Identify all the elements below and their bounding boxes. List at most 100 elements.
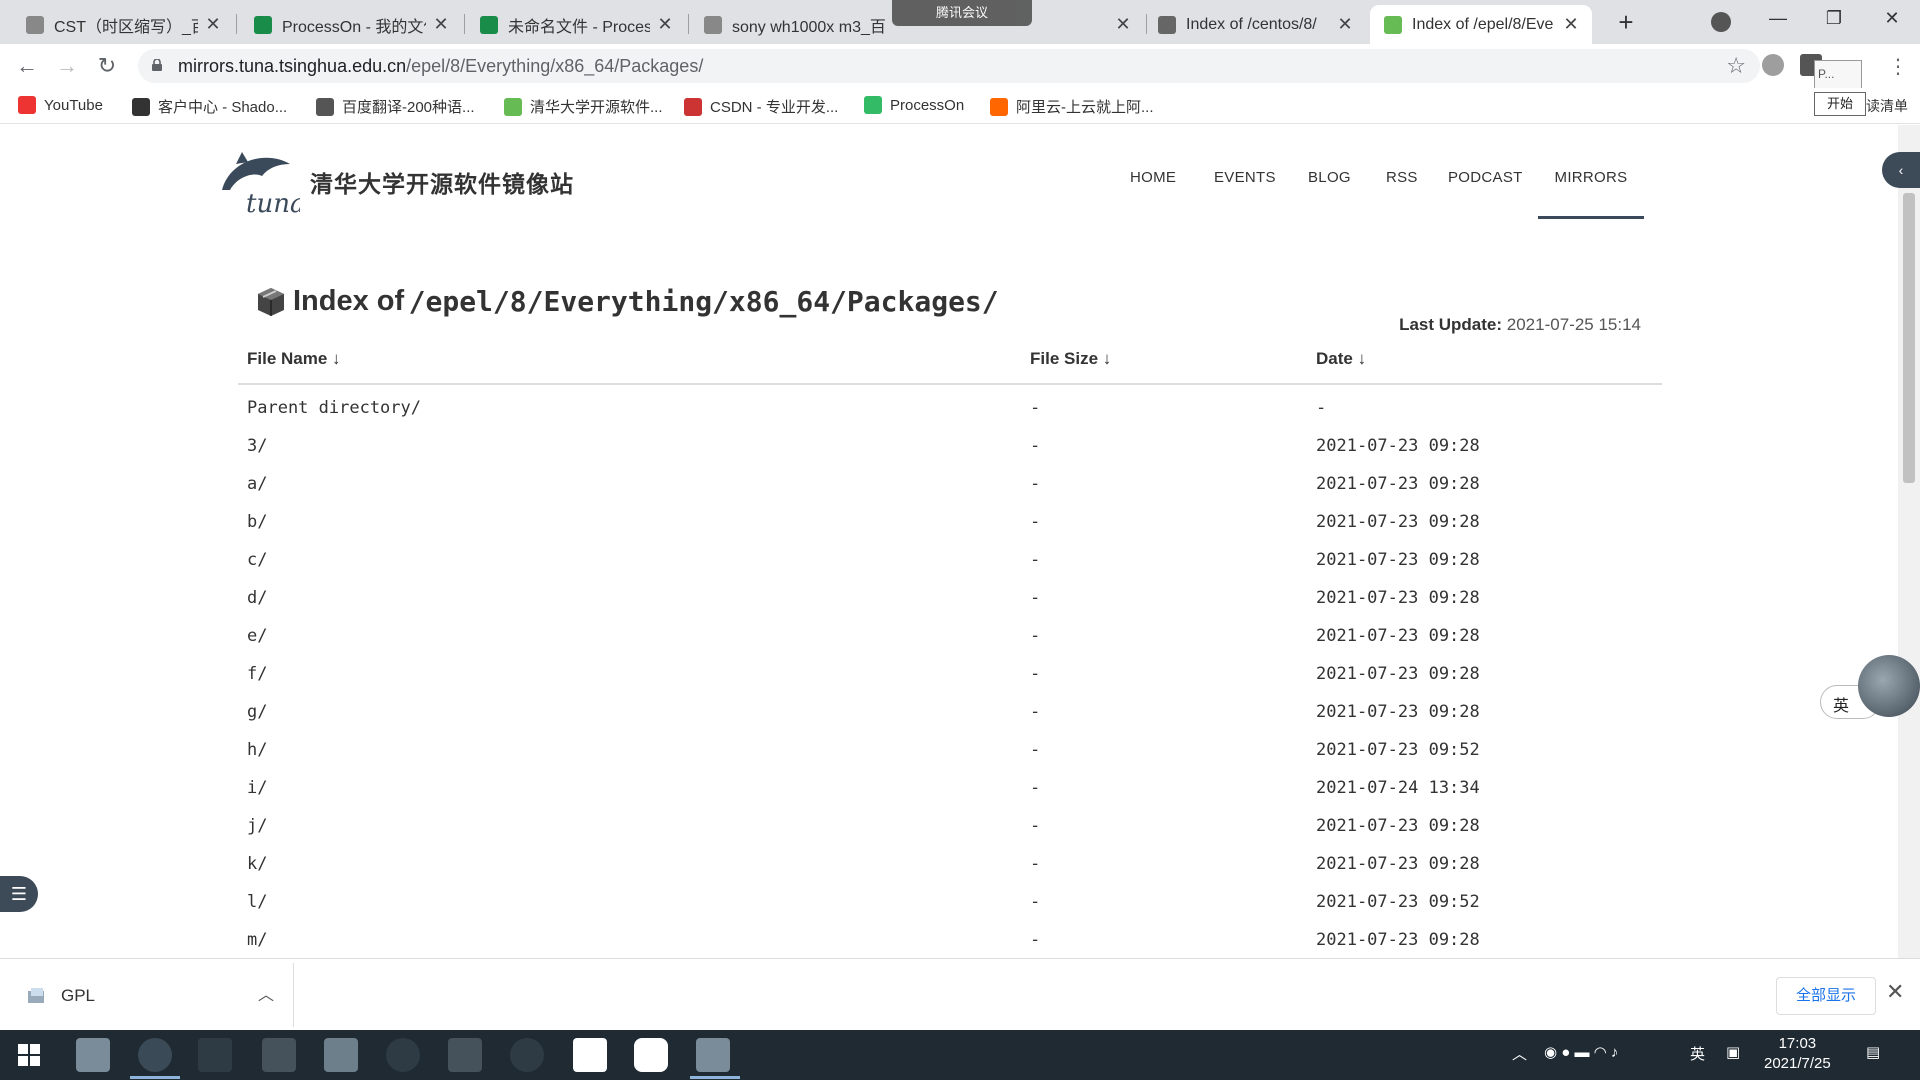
ime-indicator[interactable]: 英 (1690, 1043, 1705, 1064)
side-panel-toggle-icon[interactable]: ‹ (1882, 152, 1920, 188)
new-tab-button[interactable]: + (1612, 8, 1640, 36)
file-name-link[interactable]: c/ (247, 550, 267, 570)
netease-music-icon[interactable] (386, 1038, 420, 1072)
file-name-link[interactable]: 3/ (247, 436, 267, 456)
file-name-link[interactable]: Parent directory/ (247, 398, 421, 418)
bookmark-star-icon[interactable]: ☆ (1726, 53, 1746, 79)
bookmark-item[interactable]: ProcessOn (864, 96, 964, 114)
file-name-link[interactable]: e/ (247, 626, 267, 646)
extension-tooltip: P... (1814, 60, 1862, 90)
bookmark-favicon-icon (18, 96, 36, 114)
wechat-icon[interactable] (198, 1038, 232, 1072)
nav-blog[interactable]: BLOG (1308, 169, 1351, 186)
tray-chevron-icon[interactable]: ︿ (1512, 1043, 1527, 1064)
page-title: Index of /epel/8/Everything/x86_64/Packa… (255, 285, 999, 318)
close-tab-icon[interactable]: ✕ (1562, 14, 1580, 35)
tray-icons[interactable]: ◉ ● ▬ ◠ ♪ (1544, 1043, 1618, 1061)
reload-button[interactable]: ↻ (93, 52, 121, 80)
tuna-logo[interactable]: tuna (216, 150, 300, 216)
file-name-link[interactable]: d/ (247, 588, 267, 608)
col-header-name[interactable]: File Name ↓ (247, 349, 341, 369)
menu-kebab-icon[interactable]: ⋮ (1888, 54, 1908, 79)
file-date: 2021-07-23 09:52 (1316, 892, 1480, 912)
taskbar-app-icon[interactable] (76, 1038, 110, 1072)
vm-icon[interactable] (262, 1038, 296, 1072)
file-date: 2021-07-23 09:28 (1316, 816, 1480, 836)
extension-icon[interactable] (1762, 54, 1784, 76)
close-icon[interactable]: ✕ (1886, 979, 1904, 1005)
chrome-icon[interactable] (138, 1038, 172, 1072)
close-tab-icon[interactable]: ✕ (432, 14, 450, 35)
file-name-link[interactable]: k/ (247, 854, 267, 874)
scrollbar-thumb[interactable] (1903, 193, 1915, 483)
back-button[interactable]: ← (13, 52, 41, 80)
forward-button[interactable]: → (53, 52, 81, 80)
close-tab-icon[interactable]: ✕ (204, 14, 222, 35)
file-name-link[interactable]: a/ (247, 474, 267, 494)
file-name-link[interactable]: h/ (247, 740, 267, 760)
browser-tab[interactable]: Index of /centos/8/ ✕ (1144, 5, 1366, 44)
close-tab-icon[interactable]: ✕ (1336, 14, 1354, 35)
mail-icon[interactable] (448, 1038, 482, 1072)
nav-podcast[interactable]: PODCAST (1448, 169, 1523, 186)
floating-avatar[interactable] (1858, 655, 1920, 717)
capture-app-icon[interactable] (696, 1038, 730, 1072)
file-name-link[interactable]: i/ (247, 778, 267, 798)
clock[interactable]: 17:03 2021/7/25 (1764, 1034, 1831, 1074)
bookmark-item[interactable]: 阿里云-上云就上阿... (990, 96, 1154, 117)
col-header-date[interactable]: Date ↓ (1316, 349, 1366, 369)
file-name-link[interactable]: b/ (247, 512, 267, 532)
bookmark-item[interactable]: 清华大学开源软件... (504, 96, 663, 117)
meeting-icon[interactable] (634, 1038, 668, 1072)
table-row: i/ - 2021-07-24 13:34 (238, 770, 1662, 808)
notification-icon[interactable]: ▤ (1866, 1043, 1880, 1061)
file-name-link[interactable]: l/ (247, 892, 267, 912)
table-row: e/ - 2021-07-23 09:28 (238, 618, 1662, 656)
table-row: c/ - 2021-07-23 09:28 (238, 542, 1662, 580)
download-item[interactable]: GPL ︿ (8, 963, 294, 1027)
bookmark-item[interactable]: CSDN - 专业开发... (684, 96, 838, 117)
typora-icon[interactable] (573, 1038, 607, 1072)
file-name-link[interactable]: g/ (247, 702, 267, 722)
show-all-downloads-button[interactable]: 全部显示 (1776, 977, 1876, 1015)
table-row: h/ - 2021-07-23 09:52 (238, 732, 1662, 770)
restore-button[interactable]: ❐ (1814, 8, 1854, 29)
nav-events[interactable]: EVENTS (1214, 169, 1276, 186)
minimize-button[interactable]: — (1758, 8, 1798, 29)
browser-tab[interactable]: ProcessOn - 我的文件 ✕ (240, 5, 462, 44)
close-window-button[interactable]: ✕ (1872, 8, 1912, 29)
tab-search-icon[interactable] (1711, 12, 1731, 32)
close-tab-icon[interactable]: ✕ (656, 14, 674, 35)
close-tab-icon[interactable]: ✕ (1114, 14, 1132, 35)
file-name-link[interactable]: j/ (247, 816, 267, 836)
page-scrollbar[interactable] (1898, 125, 1920, 958)
nav-mirrors[interactable]: MIRRORS (1538, 169, 1644, 219)
tray-app-icon[interactable]: ▣ (1726, 1043, 1740, 1061)
file-date: 2021-07-23 09:28 (1316, 664, 1480, 684)
file-size: - (1030, 854, 1041, 874)
tab-title: ProcessOn - 我的文件 (282, 18, 426, 36)
browser-tab[interactable]: Index of /epel/8/Eve ✕ (1370, 5, 1592, 44)
nav-home[interactable]: HOME (1130, 169, 1176, 186)
file-size: - (1030, 816, 1041, 836)
folder-icon[interactable] (324, 1038, 358, 1072)
chevron-up-icon[interactable]: ︿ (258, 981, 274, 1005)
file-name-link[interactable]: m/ (247, 930, 267, 950)
app-icon[interactable] (510, 1038, 544, 1072)
bookmark-item[interactable]: 百度翻译-200种语... (316, 96, 475, 117)
list-menu-icon[interactable]: ☰ (0, 876, 38, 912)
nav-rss[interactable]: RSS (1386, 169, 1418, 186)
browser-tab[interactable]: CST（时区缩写）_百度 ✕ (12, 5, 234, 44)
col-header-size[interactable]: File Size ↓ (1030, 349, 1111, 369)
address-bar[interactable]: mirrors.tuna.tsinghua.edu.cn/epel/8/Ever… (138, 49, 1760, 83)
table-row: m/ - 2021-07-23 09:28 (238, 922, 1662, 958)
table-row: k/ - 2021-07-23 09:28 (238, 846, 1662, 884)
windows-start-icon[interactable] (18, 1044, 40, 1066)
file-name-link[interactable]: f/ (247, 664, 267, 684)
bookmark-item[interactable]: YouTube (18, 96, 103, 114)
browser-tab[interactable]: 未命名文件 - Process ✕ (466, 5, 686, 44)
file-size: - (1030, 550, 1041, 570)
bookmark-item[interactable]: 客户中心 - Shado... (132, 96, 287, 117)
reading-list-label[interactable]: 读清单 (1866, 96, 1908, 116)
meeting-indicator[interactable]: 腾讯会议 (892, 0, 1032, 26)
